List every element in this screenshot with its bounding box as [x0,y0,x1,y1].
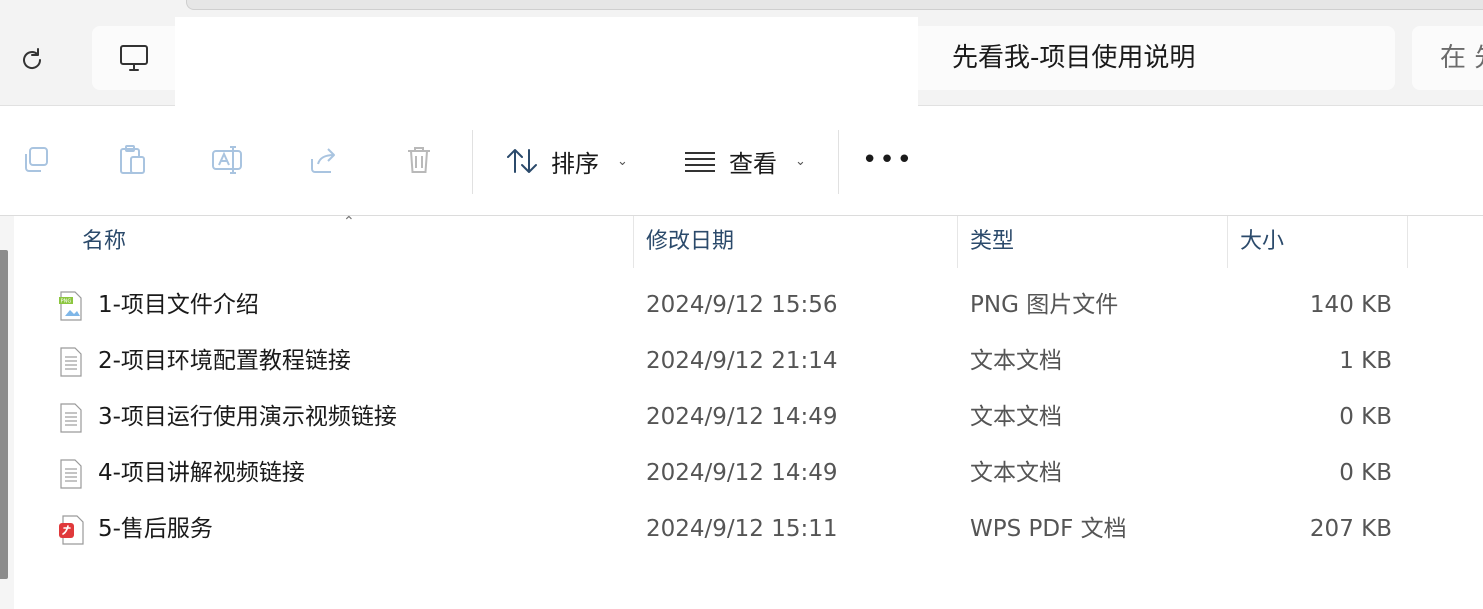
blank-overlay [175,17,918,114]
column-divider[interactable] [633,216,634,268]
sort-label: 排序 [551,149,599,178]
file-type: 文本文档 [970,460,1062,486]
column-divider[interactable] [1407,216,1408,268]
chevron-down-icon: ⌄ [795,153,806,169]
file-name: 1-项目文件介绍 [98,292,259,318]
column-divider[interactable] [1227,216,1228,268]
file-date: 2024/9/12 15:56 [646,292,838,318]
view-list-icon [685,152,715,172]
file-name: 2-项目环境配置教程链接 [98,348,351,374]
pdf-file-icon [59,515,84,545]
search-box[interactable]: 在 先 [1412,26,1483,90]
column-header-name[interactable]: 名称 [82,216,126,268]
paste-icon [120,145,145,174]
file-row[interactable]: PNG 1-项目文件介绍 2024/9/12 15:56 PNG 图片文件 14… [18,279,1483,331]
file-size: 0 KB [1339,460,1392,486]
file-size: 1 KB [1339,348,1392,374]
column-divider[interactable] [957,216,958,268]
ellipsis-icon: ••• [862,145,915,175]
rename-icon [212,146,242,174]
column-header-modified[interactable]: 修改日期 [646,216,734,268]
toolbar-separator [472,130,473,194]
file-type: 文本文档 [970,404,1062,430]
toolbar-separator [838,130,839,194]
svg-text:PNG: PNG [61,299,72,305]
sort-menu-button[interactable]: 排序 ⌄ [505,136,628,186]
trash-icon [408,147,430,173]
share-button[interactable] [306,142,342,178]
file-type: 文本文档 [970,348,1062,374]
refresh-button[interactable] [10,38,54,82]
text-file-icon [60,459,82,489]
column-header-type[interactable]: 类型 [970,216,1014,268]
rename-button[interactable] [210,142,246,178]
file-row[interactable]: 5-售后服务 2024/9/12 15:11 WPS PDF 文档 207 KB [18,503,1483,555]
chevron-down-icon: ⌄ [617,153,628,169]
file-size: 0 KB [1339,404,1392,430]
navigation-pane-scrollbar[interactable] [0,250,8,579]
file-date: 2024/9/12 15:11 [646,516,838,542]
sort-icon [507,149,537,173]
file-explorer-window: 先看我-项目使用说明 在 先 [0,0,1483,609]
file-size: 207 KB [1309,516,1392,542]
file-date: 2024/9/12 14:49 [646,460,838,486]
file-type: PNG 图片文件 [970,292,1119,318]
paste-button[interactable] [114,142,150,178]
file-name: 4-项目讲解视频链接 [98,460,305,486]
this-pc-icon[interactable] [114,40,154,76]
copy-icon [25,147,48,172]
file-size: 140 KB [1309,292,1392,318]
file-row[interactable]: 3-项目运行使用演示视频链接 2024/9/12 14:49 文本文档 0 KB [18,391,1483,443]
view-menu-button[interactable]: 查看 ⌄ [683,136,806,186]
delete-button[interactable] [401,142,437,178]
png-file-icon: PNG [59,291,82,321]
tab-strip [186,0,1483,10]
copy-button[interactable] [18,142,54,178]
file-row[interactable]: 4-项目讲解视频链接 2024/9/12 14:49 文本文档 0 KB [18,447,1483,499]
share-icon [311,148,335,173]
refresh-icon [23,48,42,69]
file-name: 5-售后服务 [98,516,213,542]
command-bar: 排序 ⌄ 查看 ⌄ ••• [0,106,1483,216]
view-label: 查看 [729,149,777,178]
file-row[interactable]: 2-项目环境配置教程链接 2024/9/12 21:14 文本文档 1 KB [18,335,1483,387]
text-file-icon [60,347,82,377]
file-list: 名称 修改日期 类型 大小 PNG 1-项目文件介绍 2024/9/12 15:… [18,216,1483,609]
text-file-icon [60,403,82,433]
file-type: WPS PDF 文档 [970,516,1127,542]
breadcrumb-current-folder[interactable]: 先看我-项目使用说明 [952,40,1195,76]
column-header-size[interactable]: 大小 [1240,216,1284,268]
file-name: 3-项目运行使用演示视频链接 [98,404,397,430]
file-date: 2024/9/12 14:49 [646,404,838,430]
more-options-button[interactable]: ••• [862,142,912,178]
file-date: 2024/9/12 21:14 [646,348,838,374]
search-placeholder: 在 先 [1440,43,1483,73]
